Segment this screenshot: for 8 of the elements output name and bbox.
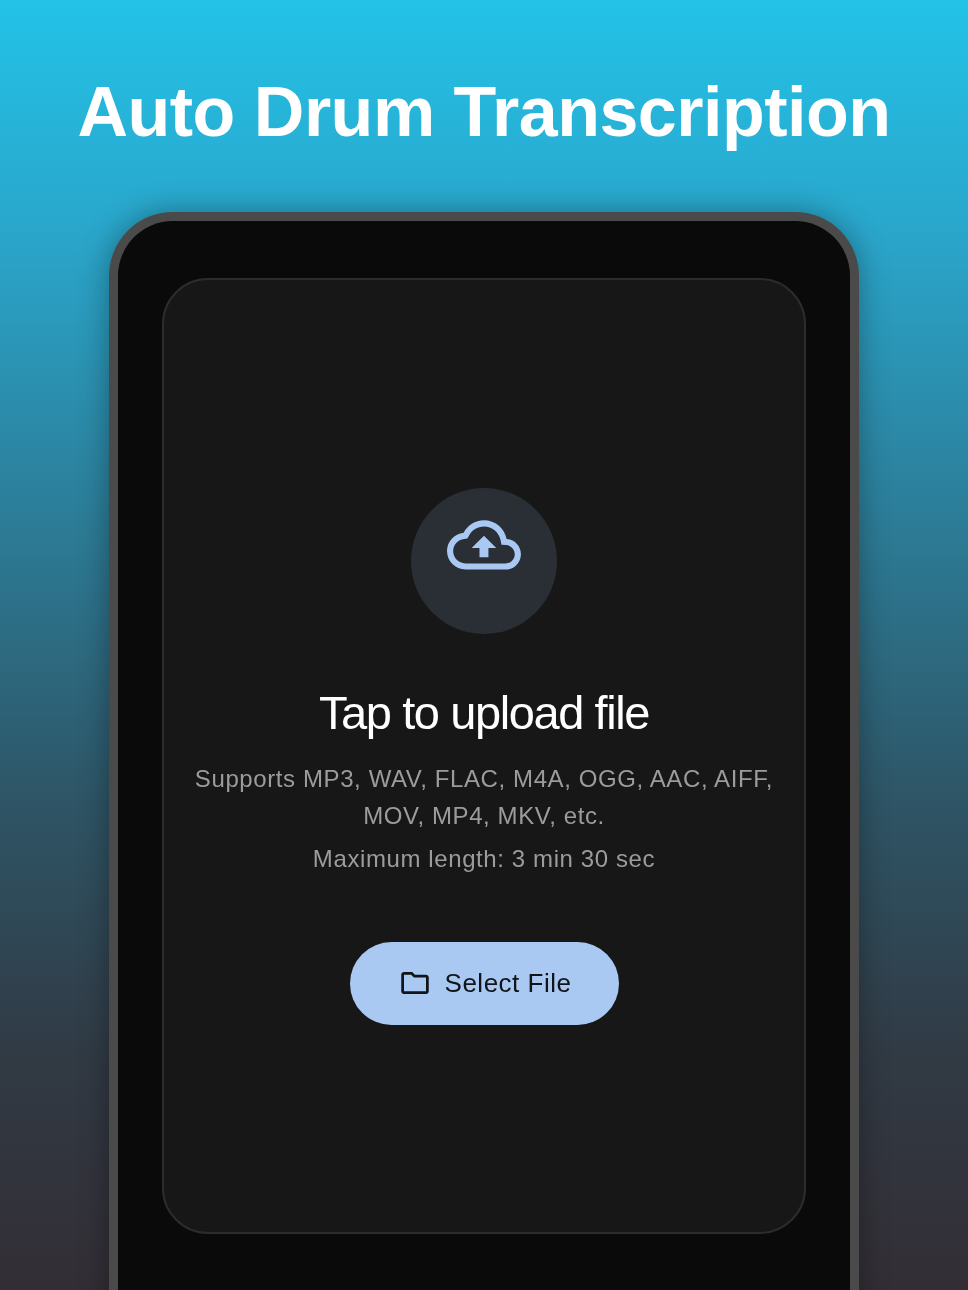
cloud-upload-icon [411,487,557,634]
upload-heading: Tap to upload file [318,685,650,740]
folder-icon [400,972,429,994]
select-file-button[interactable]: Select File [349,941,619,1025]
max-length-text: Maximum length: 3 min 30 sec [312,843,656,874]
page-title: Auto Drum Transcription [77,72,891,153]
supported-formats-text: Supports MP3, WAV, FLAC, M4A, OGG, AAC, AIFF, MOV, MP4, MKV, etc. [193,763,775,831]
upload-card[interactable]: Tap to upload file Supports MP3, WAV, FLAC, M4A, OGG, AAC, AIFF, MOV, MP4, MKV, etc. Maximum length: 3 min 30 sec Select File [162,278,806,1234]
